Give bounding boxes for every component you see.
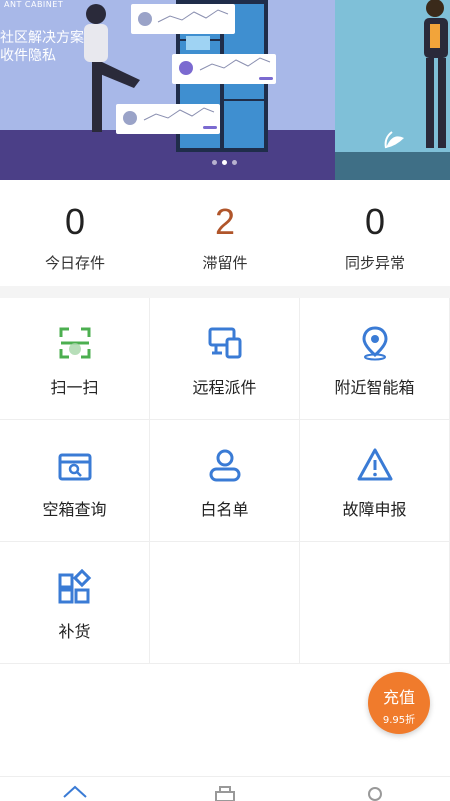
banner-dot[interactable]	[232, 160, 237, 165]
feature-label: 补货	[58, 622, 91, 641]
recharge-discount: 9.95折	[382, 715, 416, 726]
restock-grid-icon	[56, 568, 94, 606]
profile-icon	[368, 787, 382, 801]
banner-dot[interactable]	[212, 160, 217, 165]
stats-panel: 0 今日存件 2 滞留件 0 同步异常	[0, 180, 450, 286]
feature-label: 故障申报	[342, 500, 407, 519]
feature-label: 白名单	[200, 500, 249, 519]
user-icon	[206, 446, 244, 484]
feature-fault-report[interactable]: 故障申报	[300, 420, 450, 542]
feature-nearby-locker[interactable]: 附近智能箱	[300, 298, 450, 420]
warning-icon	[356, 446, 394, 484]
feature-empty-slot	[300, 542, 450, 664]
stat-stranded[interactable]: 2 滞留件	[150, 180, 300, 286]
tab-work[interactable]	[150, 777, 300, 801]
feature-label: 扫一扫	[50, 378, 99, 397]
stat-label: 同步异常	[344, 254, 405, 272]
recharge-title: 充值	[382, 688, 415, 707]
recharge-button[interactable]: 充值 9.95折	[368, 672, 430, 734]
briefcase-icon	[215, 786, 235, 801]
scan-icon	[56, 324, 94, 362]
feature-remote-dispatch[interactable]: 远程派件	[150, 298, 300, 420]
feature-whitelist[interactable]: 白名单	[150, 420, 300, 542]
feature-restock[interactable]: 补货	[0, 542, 150, 664]
promo-banner[interactable]: ANT CABINET 社区解决方案 收件隐私	[0, 0, 450, 180]
feature-label: 远程派件	[192, 378, 257, 397]
feature-empty-slot	[150, 542, 300, 664]
feature-empty-box-query[interactable]: 空箱查询	[0, 420, 150, 542]
banner-dot-active[interactable]	[222, 160, 227, 165]
tab-home[interactable]	[0, 777, 150, 801]
box-search-icon	[56, 446, 94, 484]
stat-value: 2	[214, 201, 236, 242]
bottom-tab-bar	[0, 776, 450, 801]
banner-pagination[interactable]	[212, 160, 237, 165]
feature-label: 空箱查询	[42, 500, 107, 519]
remote-dispatch-icon	[206, 324, 244, 362]
feature-scan[interactable]: 扫一扫	[0, 298, 150, 420]
stat-value: 0	[64, 201, 86, 242]
stat-value: 0	[364, 201, 386, 242]
banner-illustration	[84, 0, 448, 152]
feature-label: 附近智能箱	[334, 378, 415, 397]
stat-label: 滞留件	[202, 254, 248, 272]
stat-today-stored[interactable]: 0 今日存件	[0, 180, 150, 286]
stat-sync-error[interactable]: 0 同步异常	[300, 180, 450, 286]
home-icon	[63, 785, 87, 798]
section-divider	[0, 286, 450, 298]
stat-label: 今日存件	[44, 254, 105, 272]
location-pin-icon	[356, 324, 394, 362]
tab-profile[interactable]	[300, 777, 450, 801]
feature-grid: 扫一扫 远程派件 附近智能箱 空箱查询 白名单 故障申报 补货	[0, 298, 450, 664]
